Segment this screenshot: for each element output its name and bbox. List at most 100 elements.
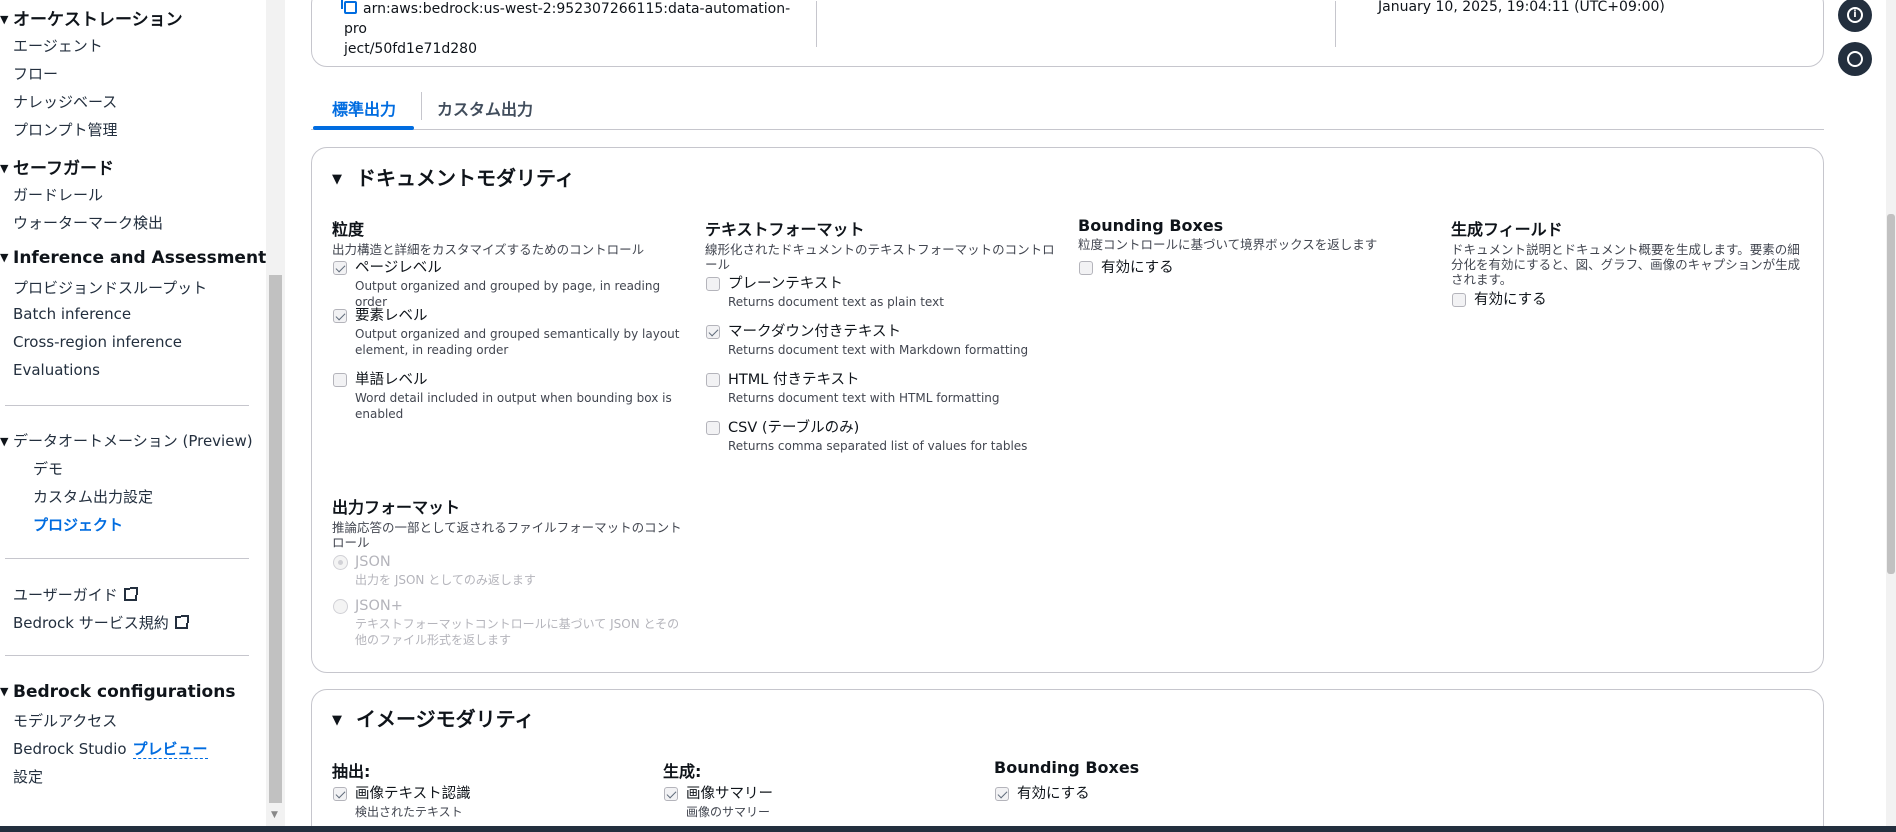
nav-divider: [5, 655, 249, 656]
option-html-text[interactable]: HTML 付きテキスト Returns document text with H…: [705, 371, 1055, 406]
nav-item-demo[interactable]: デモ: [33, 458, 63, 479]
nav-item-bedrock-studio[interactable]: Bedrock Studio プレビュー: [13, 738, 208, 759]
image-bounding-boxes-title: Bounding Boxes: [994, 758, 1140, 777]
image-modality-panel: ▼ イメージモダリティ 抽出: 画像テキスト認識 検出されたテキスト 生成: 画像…: [311, 689, 1824, 828]
external-link-icon: [174, 615, 189, 629]
nav-item-knowledge-bases[interactable]: ナレッジベース: [13, 91, 117, 112]
nav-item-cross-region-inference[interactable]: Cross-region inference: [13, 333, 182, 351]
nav-item-batch-inference[interactable]: Batch inference: [13, 305, 131, 323]
radio-icon[interactable]: [333, 599, 348, 614]
option-generative-fields-enable[interactable]: 有効にする: [1451, 291, 1801, 309]
sidebar-scrollbar-thumb[interactable]: [269, 275, 282, 803]
caret-down-icon: ▼: [0, 13, 9, 26]
image-extraction-title: 抽出:: [332, 762, 371, 781]
checkbox-checked-icon[interactable]: [995, 787, 1009, 801]
checkbox-checked-icon[interactable]: [664, 787, 678, 801]
page-scrollbar-thumb[interactable]: [1887, 214, 1895, 574]
checkbox-icon[interactable]: [706, 373, 720, 387]
caret-down-icon: ▼: [0, 251, 9, 264]
nav-link-user-guide[interactable]: ユーザーガイド: [13, 584, 138, 605]
nav-section-data-automation[interactable]: ▼ データオートメーション (Preview): [0, 430, 253, 451]
nav-section-safeguard[interactable]: ▼ セーフガード: [0, 154, 114, 179]
checkbox-icon[interactable]: [1079, 261, 1093, 275]
output-format-description: 推論応答の一部として返されるファイルフォーマットのコントロール: [332, 520, 682, 550]
option-csv[interactable]: CSV (テーブルのみ) Returns comma separated lis…: [705, 419, 1055, 454]
granularity-group: 粒度 出力構造と詳細をカスタマイズするためのコントロール ページレベル Outp…: [332, 216, 682, 421]
image-extraction-group: 抽出: 画像テキスト認識 検出されたテキスト: [332, 758, 632, 819]
option-image-text-recognition[interactable]: 画像テキスト認識 検出されたテキスト: [332, 785, 682, 820]
bounding-boxes-description: 粒度コントロールに基づいて境界ボックスを返します: [1078, 237, 1378, 252]
caret-down-icon: ▼: [332, 713, 342, 728]
option-image-bounding-boxes-enable[interactable]: 有効にする: [994, 785, 1344, 803]
created-date: January 10, 2025, 19:04:11 (UTC+09:00): [1378, 0, 1665, 15]
nav-item-guardrails[interactable]: ガードレール: [13, 184, 103, 205]
nav-item-flows[interactable]: フロー: [13, 63, 58, 84]
scroll-down-arrow-icon[interactable]: ▼: [271, 810, 278, 820]
checkbox-checked-icon[interactable]: [333, 787, 347, 801]
option-page-level[interactable]: ページレベル Output organized and grouped by p…: [332, 259, 682, 310]
caret-down-icon: ▼: [332, 172, 342, 187]
nav-item-custom-output-settings[interactable]: カスタム出力設定: [33, 486, 153, 507]
nav-section-orchestration[interactable]: ▼ オーケストレーション: [0, 5, 183, 30]
nav-divider: [5, 405, 249, 406]
option-json-plus[interactable]: JSON+ テキストフォーマットコントロールに基づいて JSON とその他のファ…: [332, 597, 682, 648]
copy-icon[interactable]: [341, 0, 357, 14]
caret-down-icon: ▼: [0, 435, 9, 448]
nav-item-provisioned-throughput[interactable]: プロビジョンドスループット: [13, 277, 207, 298]
checkbox-icon[interactable]: [333, 373, 347, 387]
checkbox-checked-icon[interactable]: [333, 309, 347, 323]
nav-item-settings[interactable]: 設定: [13, 766, 43, 787]
caret-down-icon: ▼: [0, 162, 9, 175]
text-format-title: テキストフォーマット: [705, 220, 865, 239]
taskbar-strip: [0, 826, 1896, 832]
nav-item-evaluations[interactable]: Evaluations: [13, 361, 100, 379]
nav-item-watermark-detection[interactable]: ウォーターマーク検出: [13, 212, 163, 233]
option-markdown-text[interactable]: マークダウン付きテキスト Returns document text with …: [705, 323, 1055, 358]
generative-fields-description: ドキュメント説明とドキュメント概要を生成します。要素の細分化を有効にすると、図、…: [1451, 242, 1801, 287]
nav-item-agents[interactable]: エージェント: [13, 35, 103, 56]
option-json[interactable]: JSON 出力を JSON としてのみ返します: [332, 553, 682, 588]
image-modality-header[interactable]: ▼ イメージモダリティ: [332, 703, 534, 732]
nav-item-prompt-management[interactable]: プロンプト管理: [13, 119, 118, 140]
option-word-level[interactable]: 単語レベル Word detail included in output whe…: [332, 371, 682, 422]
checkbox-icon[interactable]: [706, 421, 720, 435]
checkbox-checked-icon[interactable]: [706, 325, 720, 339]
option-image-summary[interactable]: 画像サマリー 画像のサマリー: [663, 785, 1013, 820]
nav-item-projects[interactable]: プロジェクト: [33, 514, 123, 535]
option-element-level[interactable]: 要素レベル Output organized and grouped seman…: [332, 307, 682, 358]
main-content: arn:aws:bedrock:us-west-2:952307266115:d…: [285, 0, 1866, 828]
bounding-boxes-group: Bounding Boxes 粒度コントロールに基づいて境界ボックスを返します …: [1078, 216, 1428, 276]
document-modality-panel: ▼ ドキュメントモダリティ 粒度 出力構造と詳細をカスタマイズするためのコントロー…: [311, 147, 1824, 673]
tab-standard-output[interactable]: 標準出力: [332, 96, 396, 120]
page-scrollbar[interactable]: [1886, 0, 1896, 828]
option-plain-text[interactable]: プレーンテキスト Returns document text as plain …: [705, 275, 1055, 310]
sidebar-scrollbar[interactable]: ▼: [266, 0, 285, 828]
granularity-title: 粒度: [332, 220, 365, 239]
help-panel-button[interactable]: [1838, 42, 1872, 76]
generative-fields-title: 生成フィールド: [1451, 220, 1563, 239]
nav-section-inference[interactable]: ▼ Inference and Assessment: [0, 248, 266, 268]
radio-selected-icon[interactable]: [333, 555, 348, 570]
external-link-icon: [123, 587, 138, 601]
info-button[interactable]: i: [1838, 0, 1872, 32]
nav-link-service-terms[interactable]: Bedrock サービス規約: [13, 612, 189, 633]
output-tabs: 標準出力 カスタム出力: [311, 86, 1824, 130]
generative-fields-group: 生成フィールド ドキュメント説明とドキュメント概要を生成します。要素の細分化を有…: [1451, 216, 1801, 308]
info-icon: i: [1847, 7, 1863, 23]
side-navigation: ▼ オーケストレーション エージェント フロー ナレッジベース プロンプト管理 ▼…: [0, 0, 266, 828]
bounding-boxes-title: Bounding Boxes: [1078, 216, 1224, 235]
image-bounding-boxes-group: Bounding Boxes 有効にする: [994, 758, 1294, 802]
checkbox-icon[interactable]: [706, 277, 720, 291]
preview-badge[interactable]: プレビュー: [132, 740, 208, 759]
tab-custom-output[interactable]: カスタム出力: [437, 96, 533, 120]
checkbox-icon[interactable]: [1452, 293, 1466, 307]
checkbox-checked-icon[interactable]: [333, 261, 347, 275]
granularity-description: 出力構造と詳細をカスタマイズするためのコントロール: [332, 242, 645, 257]
nav-item-model-access[interactable]: モデルアクセス: [13, 710, 117, 731]
option-bounding-boxes-enable[interactable]: 有効にする: [1078, 259, 1428, 277]
tab-separator: [421, 92, 422, 120]
active-tab-indicator: [313, 126, 414, 130]
document-modality-header[interactable]: ▼ ドキュメントモダリティ: [332, 162, 575, 191]
output-format-title: 出力フォーマット: [332, 498, 461, 517]
nav-section-bedrock-configurations[interactable]: ▼ Bedrock configurations: [0, 682, 235, 702]
